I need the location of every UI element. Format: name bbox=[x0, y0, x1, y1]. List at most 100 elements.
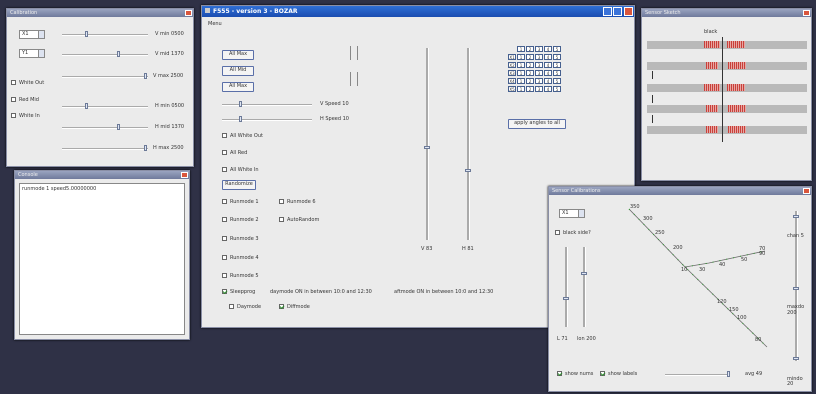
pause-icon-1 bbox=[350, 46, 358, 60]
grid-row-label[interactable]: X2 bbox=[508, 62, 516, 68]
grid-cell[interactable]: 5 bbox=[553, 78, 561, 84]
v-speed-thumb[interactable] bbox=[239, 101, 242, 107]
grid-cell[interactable]: 5 bbox=[553, 62, 561, 68]
all-max-button[interactable]: All Max bbox=[222, 50, 254, 60]
h-min-slider[interactable] bbox=[62, 106, 148, 108]
grid-cell[interactable]: 2 bbox=[526, 86, 534, 92]
curve-label-90: 90 bbox=[759, 251, 766, 257]
all-red-checkbox[interactable] bbox=[222, 150, 227, 155]
all-white-in-checkbox[interactable] bbox=[222, 167, 227, 172]
grid-cell[interactable]: 4 bbox=[544, 78, 552, 84]
grid-row-label[interactable]: X5 bbox=[508, 86, 516, 92]
grid-cell[interactable]: 4 bbox=[544, 70, 552, 76]
grid-cell[interactable]: 4 bbox=[544, 62, 552, 68]
h-speed-slider[interactable] bbox=[222, 119, 312, 121]
curve-label-350: 350 bbox=[630, 204, 640, 210]
grid-header-cell[interactable]: 5 bbox=[553, 46, 561, 52]
runmode-6-checkbox[interactable] bbox=[279, 199, 284, 204]
grid-cell[interactable]: 4 bbox=[544, 86, 552, 92]
grid-cell[interactable]: 2 bbox=[526, 54, 534, 60]
curve-label-120: 120 bbox=[717, 299, 727, 305]
runmode-4-checkbox[interactable] bbox=[222, 255, 227, 260]
h-mid-thumb[interactable] bbox=[117, 124, 120, 130]
grid-row-label[interactable]: X3 bbox=[508, 70, 516, 76]
calibration-select-x[interactable]: X1 bbox=[19, 30, 45, 39]
grid-header-cell[interactable]: 4 bbox=[544, 46, 552, 52]
curve-label-80: 80 bbox=[755, 337, 762, 343]
grid-header-cell[interactable]: 2 bbox=[526, 46, 534, 52]
grid-cell[interactable]: 1 bbox=[517, 78, 525, 84]
white-in-checkbox[interactable] bbox=[11, 113, 16, 118]
minimize-icon[interactable] bbox=[603, 7, 612, 16]
apply-angles-button[interactable]: apply angles to all bbox=[508, 119, 566, 129]
grid-cell[interactable]: 5 bbox=[553, 54, 561, 60]
grid-cell[interactable]: 1 bbox=[517, 62, 525, 68]
h-max-label: H max 2500 bbox=[153, 145, 184, 151]
grid-cell[interactable]: 3 bbox=[535, 54, 543, 60]
grid-cell[interactable]: 5 bbox=[553, 86, 561, 92]
grid-header-cell[interactable]: 3 bbox=[535, 46, 543, 52]
grid-cell[interactable]: 1 bbox=[517, 86, 525, 92]
white-out-checkbox[interactable] bbox=[11, 80, 16, 85]
grid-cell[interactable]: 1 bbox=[517, 54, 525, 60]
v-min-slider[interactable] bbox=[62, 34, 148, 36]
console-output[interactable]: runmode 1 speed5.00000000 bbox=[19, 183, 185, 335]
h-min-label: H min 0500 bbox=[155, 103, 185, 109]
all-mid-button[interactable]: All Mid bbox=[222, 66, 254, 76]
all-max-button-2[interactable]: All Max bbox=[222, 82, 254, 92]
h-slider-thumb[interactable] bbox=[465, 169, 471, 172]
main-titlebar: F555 - version 3 - BOZAR bbox=[202, 6, 634, 17]
runmode-1-checkbox[interactable] bbox=[222, 199, 227, 204]
white-in-label: White In bbox=[19, 113, 40, 119]
runmode-5-checkbox[interactable] bbox=[222, 273, 227, 278]
grid-cell[interactable]: 1 bbox=[517, 70, 525, 76]
maximize-icon[interactable] bbox=[613, 7, 622, 16]
grid-row-label[interactable]: X4 bbox=[508, 78, 516, 84]
sketch-red-3 bbox=[706, 62, 718, 69]
diffmode-checkbox[interactable] bbox=[279, 304, 284, 309]
h-min-thumb[interactable] bbox=[85, 103, 88, 109]
auto-random-checkbox[interactable] bbox=[279, 217, 284, 222]
h-speed-thumb[interactable] bbox=[239, 116, 242, 122]
sleepprog-checkbox[interactable] bbox=[222, 289, 227, 294]
all-white-out-checkbox[interactable] bbox=[222, 133, 227, 138]
diffmode-label: Diffmode bbox=[287, 304, 310, 310]
calibration-close-icon[interactable] bbox=[185, 10, 192, 16]
grid-cell[interactable]: 3 bbox=[535, 70, 543, 76]
h-max-thumb[interactable] bbox=[144, 145, 147, 151]
menu[interactable]: Menu bbox=[208, 21, 222, 27]
runmode-2-checkbox[interactable] bbox=[222, 217, 227, 222]
v-slider[interactable] bbox=[426, 48, 429, 240]
v-max-thumb[interactable] bbox=[144, 73, 147, 79]
grid-cell[interactable]: 4 bbox=[544, 54, 552, 60]
grid-cell[interactable]: 3 bbox=[535, 86, 543, 92]
h-mid-slider[interactable] bbox=[62, 127, 148, 129]
sketch-red-6 bbox=[727, 84, 745, 91]
red-mid-checkbox[interactable] bbox=[11, 97, 16, 102]
v-max-slider[interactable] bbox=[62, 76, 148, 78]
close-icon[interactable] bbox=[624, 7, 633, 16]
runmode-3-checkbox[interactable] bbox=[222, 236, 227, 241]
grid-cell[interactable]: 2 bbox=[526, 62, 534, 68]
grid-cell[interactable]: 3 bbox=[535, 78, 543, 84]
h-max-slider[interactable] bbox=[62, 148, 148, 150]
calibration-select-y[interactable]: Y1 bbox=[19, 49, 45, 58]
daymode-checkbox[interactable] bbox=[229, 304, 234, 309]
grid-cell[interactable]: 2 bbox=[526, 70, 534, 76]
console-close-icon[interactable] bbox=[181, 172, 188, 178]
v-mid-thumb[interactable] bbox=[117, 51, 120, 57]
grid-cell[interactable]: 3 bbox=[535, 62, 543, 68]
grid-row-label[interactable]: X1 bbox=[508, 54, 516, 60]
v-mid-slider[interactable] bbox=[62, 54, 148, 56]
h-slider[interactable] bbox=[467, 48, 470, 240]
v-min-thumb[interactable] bbox=[85, 31, 88, 37]
randomize-button[interactable]: Randomize bbox=[222, 180, 256, 190]
grid-header-cell[interactable]: 1 bbox=[517, 46, 525, 52]
grid-cell[interactable]: 2 bbox=[526, 78, 534, 84]
v-slider-thumb[interactable] bbox=[424, 146, 430, 149]
v-speed-slider[interactable] bbox=[222, 104, 312, 106]
sketch-bar-5 bbox=[647, 126, 807, 134]
sensor-sketch-close-icon[interactable] bbox=[803, 10, 810, 16]
grid-cell[interactable]: 5 bbox=[553, 70, 561, 76]
calibration-title: Calibration bbox=[10, 10, 38, 16]
